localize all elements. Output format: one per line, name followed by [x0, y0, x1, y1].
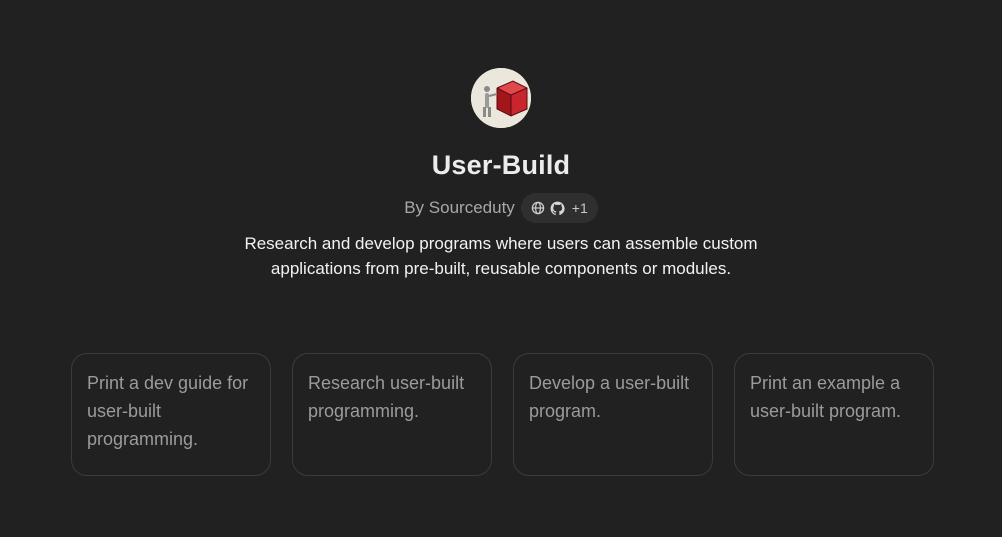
conversation-starter-card[interactable]: Develop a user-built program.: [513, 353, 713, 476]
author-links-pill[interactable]: +1: [520, 193, 598, 223]
author-line: By Sourceduty: [404, 198, 515, 218]
gpt-byline: By Sourceduty +1: [404, 193, 598, 223]
conversation-starters: Print a dev guide for user-built program…: [71, 353, 934, 476]
author-prefix: By: [404, 198, 425, 217]
gpt-title: User-Build: [431, 150, 571, 180]
conversation-starter-card[interactable]: Print a dev guide for user-built program…: [71, 353, 271, 476]
author-name: Sourceduty: [428, 198, 515, 217]
conversation-starter-card[interactable]: Print an example a user-built program.: [734, 353, 934, 476]
globe-icon: [531, 201, 545, 215]
gpt-description: Research and develop programs where user…: [244, 234, 758, 278]
github-icon: [550, 201, 565, 216]
conversation-starter-card[interactable]: Research user-built programming.: [292, 353, 492, 476]
gpt-avatar: [471, 68, 531, 128]
gpt-header: User-Build By Sourceduty +1 Research and…: [0, 0, 1002, 281]
more-links-count: +1: [571, 200, 588, 216]
cube-figure-icon: [471, 68, 531, 128]
